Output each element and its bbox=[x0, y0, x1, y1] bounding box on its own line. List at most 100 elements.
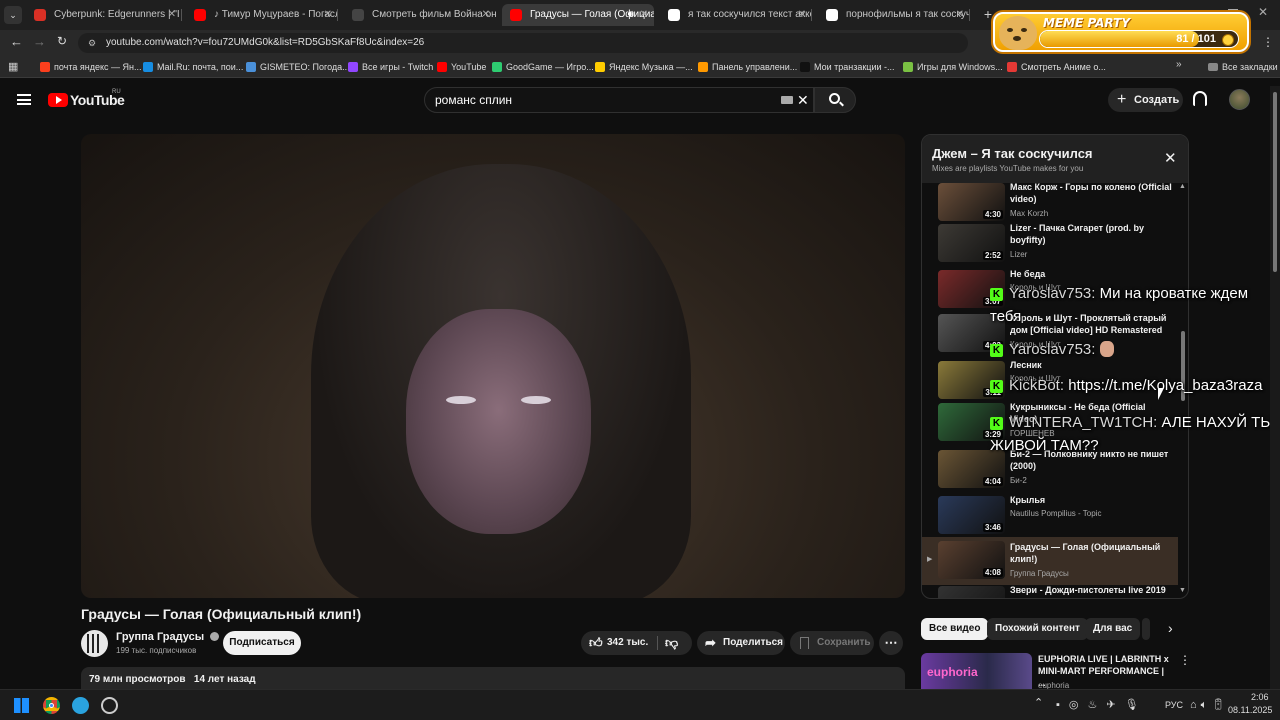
reload-icon[interactable]: ↻ bbox=[57, 34, 67, 48]
video-player[interactable] bbox=[81, 134, 905, 598]
all-bookmarks-link[interactable]: Все закладки bbox=[1208, 59, 1278, 75]
url-bar[interactable]: ⚙ youtube.com/watch?v=fou72UMdG0k&list=R… bbox=[78, 33, 968, 53]
more-actions-button[interactable]: ⋯ bbox=[879, 631, 903, 655]
keyboard-language[interactable]: РУС bbox=[1165, 700, 1183, 710]
tray-overflow-icon[interactable]: ⌃ bbox=[1034, 696, 1043, 709]
chrome-icon[interactable] bbox=[43, 697, 60, 714]
clock-time[interactable]: 2:06 bbox=[1251, 692, 1269, 702]
save-button[interactable]: Сохранить bbox=[790, 631, 874, 655]
playlist-item-title: Макс Корж - Горы по колено (Official vid… bbox=[1010, 182, 1172, 204]
bookmark-label: почта яндекс — Ян... bbox=[54, 62, 142, 72]
chip-for-you[interactable]: Для вас bbox=[1085, 618, 1141, 640]
channel-avatar[interactable] bbox=[81, 630, 108, 657]
meme-party-progress: 81 / 101 bbox=[1039, 30, 1239, 48]
playlist-item[interactable]: Звери - Дожди-пистолеты live 2019 bbox=[922, 585, 1178, 598]
chat-line-6: ЖИВОЙ ТАМ?? bbox=[990, 437, 1099, 454]
channel-name[interactable]: Группа Градусы bbox=[116, 631, 220, 643]
playlist-title[interactable]: Джем – Я так соскучился bbox=[932, 146, 1093, 161]
chip-all-videos[interactable]: Все видео bbox=[921, 618, 989, 640]
scroll-up-icon[interactable]: ▲ bbox=[1179, 183, 1186, 190]
search-button[interactable] bbox=[814, 87, 856, 113]
browser-tab[interactable]: Градусы — Голая (Официа ✕ 🔊︎ bbox=[502, 4, 654, 26]
close-tab-icon[interactable]: ✕ bbox=[168, 4, 176, 26]
bookmark-item[interactable]: GISMETEO: Погода... bbox=[246, 59, 350, 75]
tab-search-button[interactable]: ⌄ bbox=[4, 6, 22, 24]
search-input[interactable]: романс сплин ✕ bbox=[424, 87, 814, 113]
close-tab-icon[interactable]: ✕ bbox=[482, 4, 490, 26]
bookmark-item[interactable]: Мои транзакции -... bbox=[800, 59, 895, 75]
bookmark-item[interactable]: Панель управлени... bbox=[698, 59, 797, 75]
description-box[interactable]: 79 млн просмотров 14 лет назад bbox=[81, 667, 905, 689]
like-button[interactable]: 👍︎ 342 тыс. bbox=[581, 631, 655, 655]
close-tab-icon[interactable]: ✕ bbox=[324, 4, 332, 26]
forward-icon[interactable]: → bbox=[33, 34, 46, 49]
subscribe-button[interactable]: Подписаться bbox=[223, 631, 301, 655]
chevron-right-icon[interactable]: › bbox=[1168, 620, 1173, 636]
playlist-item[interactable]: 2:52 Lizer - Пачка Сигарет (prod. by boyf… bbox=[922, 223, 1178, 268]
playlist-item[interactable]: 4:30 Макс Корж - Горы по колено (Official… bbox=[922, 182, 1178, 227]
playlist-item-current[interactable]: 4:08 Градусы — Голая (Официальный клип!) Г… bbox=[922, 537, 1178, 585]
recommended-video[interactable]: euphoria EUPHORIA LIVE | LABRINTH x MINI… bbox=[921, 653, 1191, 690]
chat-line-5: W1NTERA_TW1TCH: АЛЕ НАХУЙ ТЫ bbox=[1009, 414, 1274, 431]
scroll-down-icon[interactable]: ▼ bbox=[1179, 587, 1186, 594]
recommended-more-icon[interactable]: ⋮ bbox=[1179, 653, 1191, 667]
avatar[interactable] bbox=[1229, 89, 1250, 110]
network-volume-icons[interactable]: ⌂🔈︎🔋︎ bbox=[1190, 698, 1229, 712]
bookmark-item[interactable]: Смотреть Аниме о... bbox=[1007, 59, 1106, 75]
chip-related[interactable]: Похожий контент bbox=[987, 618, 1088, 640]
bookmark-item[interactable]: Mail.Ru: почта, пои... bbox=[143, 59, 243, 75]
now-playing-icon: ▶ bbox=[927, 556, 933, 563]
browser-tab[interactable]: Cyberpunk: Edgerunners | "I Re ✕ bbox=[26, 4, 182, 26]
hamburger-menu-icon[interactable] bbox=[17, 94, 31, 105]
apps-grid-icon[interactable]: ▦ bbox=[8, 60, 18, 73]
close-tab-icon[interactable]: ✕ bbox=[798, 4, 806, 26]
close-playlist-icon[interactable]: ✕ bbox=[1164, 149, 1177, 167]
clear-search-icon[interactable]: ✕ bbox=[797, 88, 809, 112]
browser-tab[interactable]: я так соскучился текст аккорд✕ bbox=[660, 4, 812, 26]
chip-overflow[interactable] bbox=[1142, 618, 1150, 640]
create-button[interactable]: + Создать bbox=[1108, 88, 1183, 112]
bookmark-item[interactable]: Все игры - Twitch bbox=[348, 59, 433, 75]
thumbs-down-icon[interactable]: 👎︎ bbox=[665, 631, 678, 655]
back-icon[interactable]: ← bbox=[10, 34, 23, 49]
url-text: youtube.com/watch?v=fou72UMdG0k&list=RD5… bbox=[106, 37, 425, 48]
close-tab-icon[interactable]: ✕ bbox=[640, 4, 648, 26]
share-button[interactable]: ➦ Поделиться bbox=[697, 631, 785, 655]
tab-label: я так соскучился текст аккорд bbox=[688, 9, 812, 20]
bookmark-favicon-icon bbox=[800, 62, 810, 72]
browser-tab[interactable]: порнофильмы я так соскучил ✕ bbox=[818, 4, 970, 26]
playlist-item[interactable]: 3:46 Крылья Nautilus Pompilius - Topic bbox=[922, 495, 1178, 540]
windows-start-icon[interactable] bbox=[14, 698, 29, 713]
bookmark-item[interactable]: GoodGame — Игро... bbox=[492, 59, 594, 75]
tray-icons[interactable]: ▪◎♨✈🎙︎ bbox=[1056, 698, 1148, 711]
site-info-icon[interactable]: ⚙ bbox=[88, 33, 96, 53]
menu-dots-icon[interactable]: ⋮ bbox=[1262, 35, 1274, 49]
bookmark-item[interactable]: Яндекс Музыка —... bbox=[595, 59, 693, 75]
page-scrollbar[interactable] bbox=[1270, 86, 1280, 689]
tab-label: Смотреть фильм Война онлай bbox=[372, 9, 496, 20]
close-window-button[interactable]: ✕ bbox=[1258, 5, 1268, 19]
bookmarks-overflow-icon[interactable]: » bbox=[1176, 59, 1182, 70]
app-icon[interactable] bbox=[101, 697, 118, 714]
playlist-item[interactable]: 4:04 Би-2 — Полковнику никто не пишет (20… bbox=[922, 449, 1178, 494]
bookmark-label: Яндекс Музыка —... bbox=[609, 62, 693, 72]
tab-audio-icon[interactable]: 🔊︎ bbox=[628, 4, 634, 26]
bookmark-item[interactable]: почта яндекс — Ян... bbox=[40, 59, 142, 75]
close-tab-icon[interactable]: ✕ bbox=[956, 4, 964, 26]
bookmark-item[interactable]: YouTube bbox=[437, 59, 486, 75]
coin-icon bbox=[1222, 34, 1234, 46]
clock-date[interactable]: 08.11.2025 bbox=[1228, 705, 1272, 715]
chat-line-4: KickBot: https://t.me/Kolya_baza3raza bbox=[1009, 377, 1263, 394]
bookmark-label: Мои транзакции -... bbox=[814, 62, 895, 72]
browser-tab[interactable]: Смотреть фильм Война онлай✕ bbox=[344, 4, 496, 26]
bookmark-favicon-icon bbox=[492, 62, 502, 72]
duration-badge: 2:52 bbox=[982, 251, 1003, 260]
tab-label: Градусы — Голая (Официа bbox=[530, 9, 654, 20]
notifications-bell-icon[interactable] bbox=[1193, 91, 1207, 106]
browser-tab[interactable]: ♪ Тимур Муцураев - Погасли ✕ bbox=[186, 4, 338, 26]
keyboard-icon[interactable] bbox=[781, 96, 793, 104]
share-icon: ➦ bbox=[705, 635, 716, 650]
bookmark-item[interactable]: Игры для Windows... bbox=[903, 59, 1003, 75]
playlist-thumbnail: 2:52 bbox=[938, 224, 1005, 262]
telegram-icon[interactable] bbox=[72, 697, 89, 714]
